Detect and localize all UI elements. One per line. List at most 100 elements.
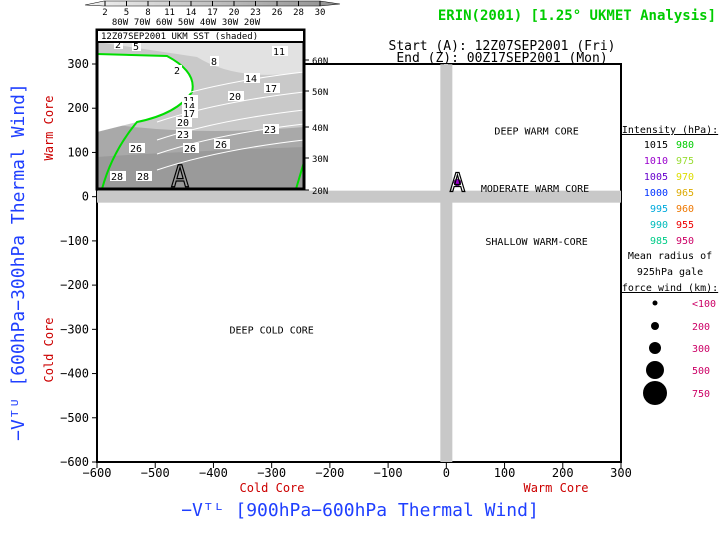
y-tick-label: −200 xyxy=(60,278,89,292)
contour-label: 20 xyxy=(177,118,189,129)
track-point-label: A xyxy=(450,169,466,199)
region-label: SHALLOW WARM-CORE xyxy=(485,237,587,248)
contour-label: 2 xyxy=(174,66,180,77)
chart-title: ERIN(2001) [1.25° UKMET Analysis] xyxy=(438,8,716,24)
end-time-label: End (Z): 00Z17SEP2001 (Mon) xyxy=(396,51,607,66)
intensity-legend-value: 1010 xyxy=(644,156,668,167)
lat-label: 60N xyxy=(312,57,328,67)
intensity-legend-value: 965 xyxy=(676,188,694,199)
contour-label: 8 xyxy=(211,57,217,68)
colorbar-tick-label: 28 xyxy=(293,8,304,18)
y-tick-label: −600 xyxy=(60,455,89,469)
lon-label: 70W xyxy=(134,18,151,28)
x-tick-label: 0 xyxy=(443,466,450,480)
contour-label: 20 xyxy=(229,92,241,103)
lat-label: 30N xyxy=(312,155,328,165)
intensity-legend-value: 1015 xyxy=(644,140,668,151)
x-warm-core-label: Warm Core xyxy=(523,481,588,495)
lat-label: 50N xyxy=(312,88,328,98)
y-tick-label: −400 xyxy=(60,367,89,381)
track-points: A xyxy=(449,168,466,199)
lat-label: 40N xyxy=(312,124,328,134)
contour-label: 11 xyxy=(273,47,285,58)
colorbar-tick-label: 26 xyxy=(272,8,283,18)
intensity-legend-value: 970 xyxy=(676,172,694,183)
x-tick-label: −100 xyxy=(374,466,403,480)
intensity-legend-value: 980 xyxy=(676,140,694,151)
colorbar-tick-label: 5 xyxy=(124,8,129,18)
lon-label: 80W xyxy=(112,18,129,28)
contour-label: 17 xyxy=(265,84,277,95)
legend: Intensity (hPa): 1015 980 1010 975 1005 970 100… xyxy=(622,125,718,405)
lon-label: 60W xyxy=(156,18,173,28)
x-tick-label: 200 xyxy=(552,466,574,480)
contour-label: 23 xyxy=(177,130,189,141)
region-label: DEEP WARM CORE xyxy=(494,126,578,137)
lat-label: 20N xyxy=(312,187,328,197)
radius-legend-value: 300 xyxy=(692,344,710,355)
radius-legend-marker xyxy=(649,342,661,354)
intensity-legend-value: 1000 xyxy=(644,188,668,199)
y-tick-label: 200 xyxy=(67,101,89,115)
colorbar-tick-label: 30 xyxy=(315,8,326,18)
y-axis-ticks: 300 200 100 0 −100 −200 −300 −400 −500 −600 xyxy=(60,57,97,469)
y-tick-label: 300 xyxy=(67,57,89,71)
radius-legend-marker xyxy=(652,300,658,306)
radius-legend-marker xyxy=(646,361,664,379)
lon-label: 40W xyxy=(200,18,217,28)
contour-label: 26 xyxy=(215,140,227,151)
region-label: MODERATE WARM CORE xyxy=(481,184,589,195)
x-tick-label: 300 xyxy=(610,466,632,480)
x-tick-label: −500 xyxy=(141,466,170,480)
x-tick-label: −400 xyxy=(199,466,228,480)
zero-band-vertical xyxy=(440,64,453,462)
contour-label: 26 xyxy=(184,144,196,155)
colorbar-tick-label: 17 xyxy=(207,8,218,18)
intensity-legend-value: 950 xyxy=(676,236,694,247)
inset-title: 12Z07SEP2001 UKM SST (shaded) xyxy=(101,32,258,42)
intensity-legend-value: 1005 xyxy=(644,172,668,183)
y-axis-title: −Vᵀᵁ [600hPa−300hPa Thermal Wind] xyxy=(8,83,29,441)
contour-label: 28 xyxy=(111,172,123,183)
y-warm-core-label: Warm Core xyxy=(42,95,56,160)
contour-label: 28 xyxy=(137,172,149,183)
x-tick-label: −200 xyxy=(315,466,344,480)
colorbar-tick-label: 23 xyxy=(250,8,261,18)
intensity-legend-value: 990 xyxy=(650,220,668,231)
x-cold-core-label: Cold Core xyxy=(239,481,304,495)
y-tick-label: 0 xyxy=(82,190,89,204)
y-tick-label: 100 xyxy=(67,145,89,159)
sst-inset-map: 2581114172023262626282821114172023A12Z07… xyxy=(95,28,328,197)
colorbar-tick-label: 20 xyxy=(229,8,240,18)
sst-colorbar: 2 5 8 11 14 17 20 23 26 28 30 80W 70W 60W 50W 40W 30W 20W xyxy=(84,0,341,28)
y-tick-label: −300 xyxy=(60,322,89,336)
contour-label: 26 xyxy=(130,144,142,155)
intensity-legend-title: Intensity (hPa): xyxy=(622,125,718,136)
x-tick-label: −300 xyxy=(257,466,286,480)
cyclone-phase-chart: 2 5 8 11 14 17 20 23 26 28 3080W 70W 60W 50W 40W 30W 20W… xyxy=(8,0,718,521)
radius-legend-value: 200 xyxy=(692,322,710,333)
region-label: DEEP COLD CORE xyxy=(230,325,314,336)
radius-legend-value: 750 xyxy=(692,389,710,400)
radius-legend-title: force wind (km): xyxy=(622,283,718,294)
radius-legend-marker xyxy=(643,381,667,405)
radius-legend-title: 925hPa gale xyxy=(637,267,703,278)
colorbar-tick-label: 8 xyxy=(145,8,150,18)
x-axis-ticks: −600 −500 −400 −300 −200 −100 0 100 200 300 xyxy=(83,462,632,480)
lon-label: 20W xyxy=(244,18,261,28)
y-tick-label: −100 xyxy=(60,234,89,248)
intensity-legend-value: 995 xyxy=(650,204,668,215)
intensity-legend-value: 955 xyxy=(676,220,694,231)
x-tick-label: 100 xyxy=(494,466,516,480)
lon-label: 50W xyxy=(178,18,195,28)
intensity-legend-value: 985 xyxy=(650,236,668,247)
radius-legend-value: 500 xyxy=(692,366,710,377)
intensity-legend-value: 960 xyxy=(676,204,694,215)
x-axis-title: −Vᵀᴸ [900hPa−600hPa Thermal Wind] xyxy=(181,500,539,521)
colorbar-tick-label: 11 xyxy=(164,8,175,18)
contour-label: 5 xyxy=(133,42,139,53)
radius-legend-title: Mean radius of xyxy=(628,251,712,262)
lon-label: 30W xyxy=(222,18,239,28)
colorbar-tick-label: 2 xyxy=(102,8,107,18)
y-tick-label: −500 xyxy=(60,411,89,425)
